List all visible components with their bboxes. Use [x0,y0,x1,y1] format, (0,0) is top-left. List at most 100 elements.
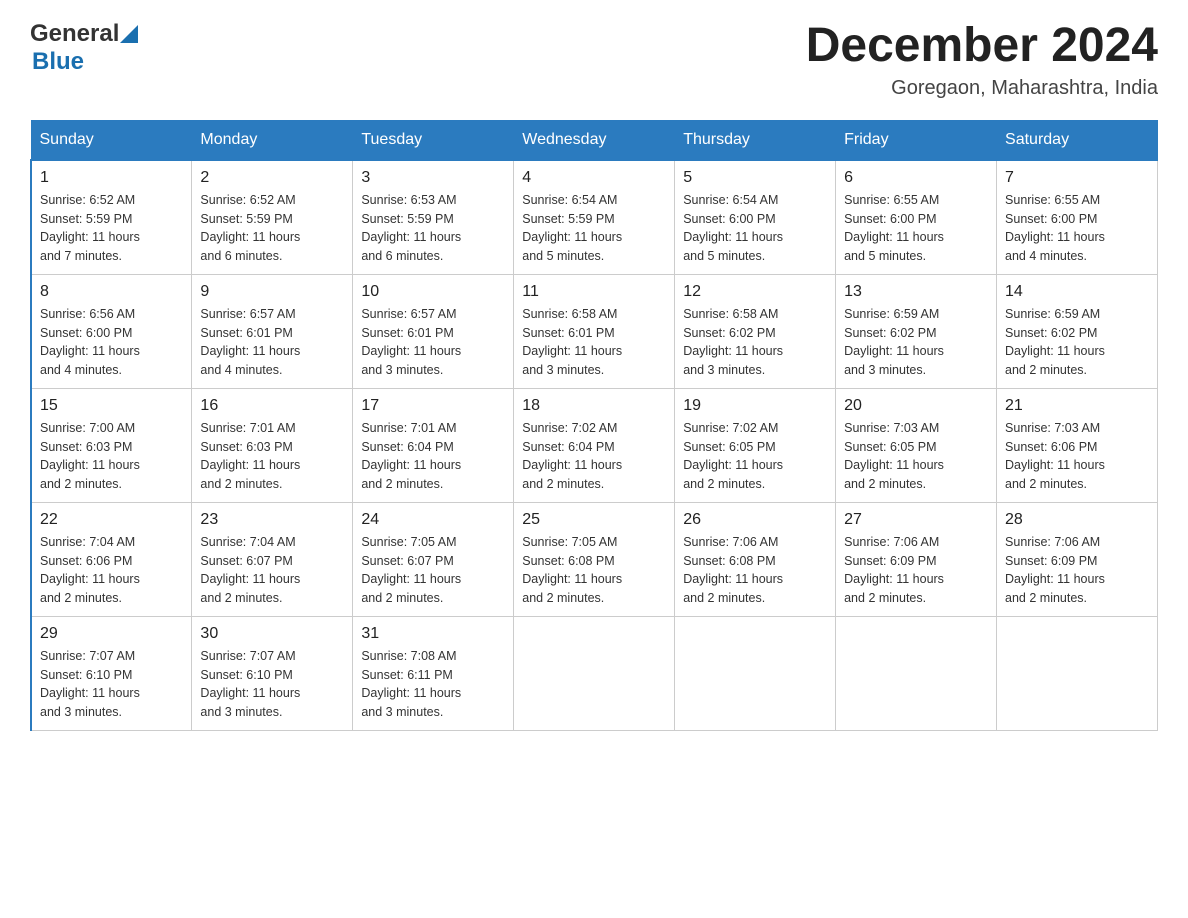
day-info-line: Daylight: 11 hours [40,228,183,247]
day-number: 14 [1005,283,1149,301]
calendar-cell: 29Sunrise: 7:07 AMSunset: 6:10 PMDayligh… [31,616,192,730]
day-info: Sunrise: 7:02 AMSunset: 6:04 PMDaylight:… [522,419,666,494]
day-of-week-sunday: Sunday [31,120,192,160]
calendar-cell: 27Sunrise: 7:06 AMSunset: 6:09 PMDayligh… [836,502,997,616]
day-info-line: Sunset: 6:10 PM [40,666,183,685]
day-of-week-friday: Friday [836,120,997,160]
day-info-line: Sunrise: 6:52 AM [200,191,344,210]
day-info-line: Daylight: 11 hours [683,342,827,361]
day-info-line: and 2 minutes. [844,589,988,608]
day-info: Sunrise: 6:57 AMSunset: 6:01 PMDaylight:… [361,305,505,380]
day-info: Sunrise: 7:05 AMSunset: 6:07 PMDaylight:… [361,533,505,608]
day-info: Sunrise: 7:05 AMSunset: 6:08 PMDaylight:… [522,533,666,608]
day-info-line: and 2 minutes. [1005,589,1149,608]
day-info-line: and 3 minutes. [361,361,505,380]
calendar-week-row: 29Sunrise: 7:07 AMSunset: 6:10 PMDayligh… [31,616,1158,730]
calendar-cell: 31Sunrise: 7:08 AMSunset: 6:11 PMDayligh… [353,616,514,730]
logo-blue-text: Blue [32,48,84,75]
day-info-line: Sunset: 6:08 PM [683,552,827,571]
day-number: 19 [683,397,827,415]
day-info-line: Sunset: 6:00 PM [40,324,183,343]
day-number: 24 [361,511,505,529]
calendar-cell: 11Sunrise: 6:58 AMSunset: 6:01 PMDayligh… [514,274,675,388]
day-info-line: Sunrise: 7:02 AM [522,419,666,438]
calendar-cell: 28Sunrise: 7:06 AMSunset: 6:09 PMDayligh… [997,502,1158,616]
day-info: Sunrise: 6:55 AMSunset: 6:00 PMDaylight:… [844,191,988,266]
day-info: Sunrise: 6:53 AMSunset: 5:59 PMDaylight:… [361,191,505,266]
day-info-line: Daylight: 11 hours [40,570,183,589]
day-info-line: and 2 minutes. [40,475,183,494]
day-info-line: Sunset: 6:01 PM [522,324,666,343]
day-info-line: Daylight: 11 hours [361,342,505,361]
day-info-line: Sunset: 6:03 PM [200,438,344,457]
day-info-line: Sunrise: 7:02 AM [683,419,827,438]
day-info-line: Daylight: 11 hours [1005,228,1149,247]
day-info-line: and 2 minutes. [683,475,827,494]
day-info-line: Daylight: 11 hours [683,456,827,475]
calendar-cell: 21Sunrise: 7:03 AMSunset: 6:06 PMDayligh… [997,388,1158,502]
calendar-cell [514,616,675,730]
day-info-line: Daylight: 11 hours [844,570,988,589]
day-info-line: Daylight: 11 hours [40,342,183,361]
day-info-line: and 3 minutes. [844,361,988,380]
calendar-cell: 2Sunrise: 6:52 AMSunset: 5:59 PMDaylight… [192,160,353,275]
day-info: Sunrise: 6:52 AMSunset: 5:59 PMDaylight:… [200,191,344,266]
day-info-line: and 2 minutes. [40,589,183,608]
day-info: Sunrise: 6:58 AMSunset: 6:02 PMDaylight:… [683,305,827,380]
day-info-line: Sunrise: 7:06 AM [683,533,827,552]
day-info-line: Daylight: 11 hours [1005,570,1149,589]
day-info-line: Daylight: 11 hours [361,684,505,703]
calendar-cell: 9Sunrise: 6:57 AMSunset: 6:01 PMDaylight… [192,274,353,388]
day-info-line: and 5 minutes. [522,247,666,266]
day-of-week-thursday: Thursday [675,120,836,160]
day-info: Sunrise: 7:07 AMSunset: 6:10 PMDaylight:… [200,647,344,722]
day-info-line: Sunrise: 6:58 AM [522,305,666,324]
day-info-line: Daylight: 11 hours [522,456,666,475]
day-info-line: Sunrise: 6:53 AM [361,191,505,210]
calendar-week-row: 1Sunrise: 6:52 AMSunset: 5:59 PMDaylight… [31,160,1158,275]
day-number: 8 [40,283,183,301]
day-info-line: Sunrise: 6:55 AM [844,191,988,210]
day-info-line: and 3 minutes. [200,703,344,722]
day-info-line: Sunset: 6:05 PM [844,438,988,457]
calendar-cell: 8Sunrise: 6:56 AMSunset: 6:00 PMDaylight… [31,274,192,388]
calendar-cell: 25Sunrise: 7:05 AMSunset: 6:08 PMDayligh… [514,502,675,616]
day-info-line: and 7 minutes. [40,247,183,266]
calendar-cell: 1Sunrise: 6:52 AMSunset: 5:59 PMDaylight… [31,160,192,275]
day-info-line: and 6 minutes. [200,247,344,266]
day-info-line: and 3 minutes. [361,703,505,722]
title-section: December 2024 Goregaon, Maharashtra, Ind… [806,20,1158,100]
day-info: Sunrise: 6:58 AMSunset: 6:01 PMDaylight:… [522,305,666,380]
calendar-cell: 30Sunrise: 7:07 AMSunset: 6:10 PMDayligh… [192,616,353,730]
day-info-line: Sunset: 6:01 PM [361,324,505,343]
day-number: 16 [200,397,344,415]
day-info-line: Sunrise: 6:54 AM [683,191,827,210]
day-info-line: Sunset: 6:01 PM [200,324,344,343]
day-info-line: Sunset: 5:59 PM [361,210,505,229]
day-info-line: Daylight: 11 hours [200,342,344,361]
day-info: Sunrise: 6:54 AMSunset: 6:00 PMDaylight:… [683,191,827,266]
location-text: Goregaon, Maharashtra, India [806,77,1158,100]
day-info: Sunrise: 7:03 AMSunset: 6:05 PMDaylight:… [844,419,988,494]
calendar-cell: 4Sunrise: 6:54 AMSunset: 5:59 PMDaylight… [514,160,675,275]
day-info-line: and 5 minutes. [844,247,988,266]
day-info-line: Sunrise: 7:01 AM [200,419,344,438]
day-info-line: and 2 minutes. [522,589,666,608]
day-info-line: Sunrise: 6:57 AM [200,305,344,324]
day-info-line: Sunset: 6:02 PM [844,324,988,343]
calendar-cell: 17Sunrise: 7:01 AMSunset: 6:04 PMDayligh… [353,388,514,502]
calendar-header-row: SundayMondayTuesdayWednesdayThursdayFrid… [31,120,1158,160]
calendar-cell: 3Sunrise: 6:53 AMSunset: 5:59 PMDaylight… [353,160,514,275]
day-number: 28 [1005,511,1149,529]
day-info-line: Sunrise: 7:07 AM [200,647,344,666]
day-info-line: and 2 minutes. [1005,475,1149,494]
day-info-line: Sunset: 6:02 PM [683,324,827,343]
day-info-line: Daylight: 11 hours [683,228,827,247]
day-info-line: and 2 minutes. [361,589,505,608]
day-info-line: Daylight: 11 hours [200,456,344,475]
day-number: 18 [522,397,666,415]
day-info-line: and 3 minutes. [522,361,666,380]
day-info-line: Sunrise: 7:00 AM [40,419,183,438]
day-info: Sunrise: 7:00 AMSunset: 6:03 PMDaylight:… [40,419,183,494]
day-info-line: Daylight: 11 hours [844,342,988,361]
